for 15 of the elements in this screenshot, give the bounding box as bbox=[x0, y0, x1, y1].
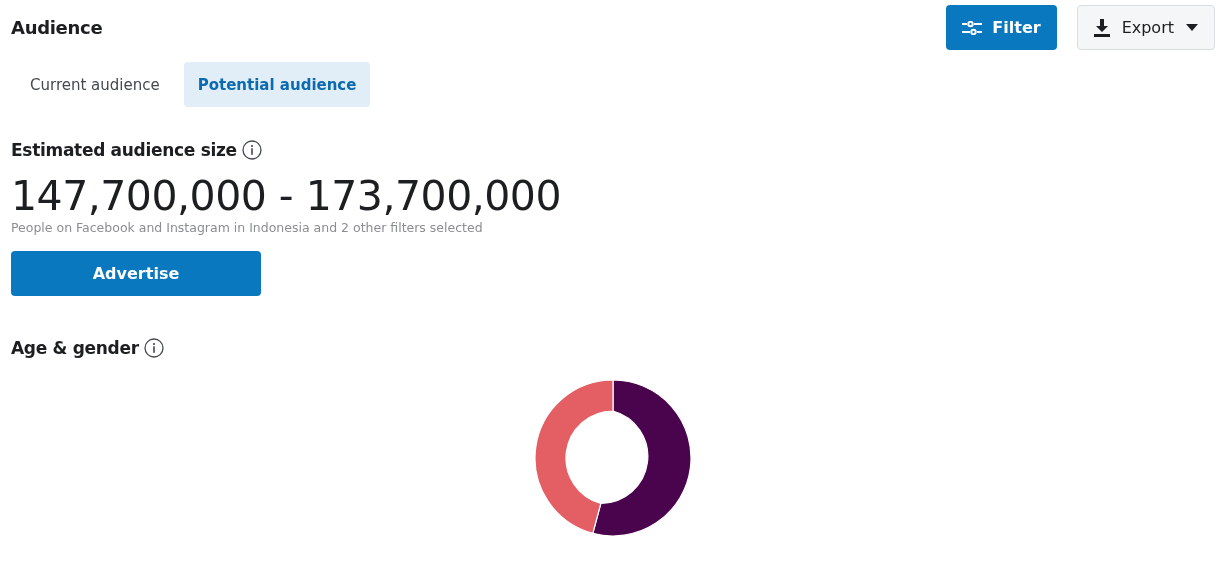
audience-tab[interactable]: Current audience bbox=[11, 62, 174, 107]
advertise-button[interactable]: Advertise bbox=[11, 251, 261, 297]
audience-size-range: 147,700,000 - 173,700,000 bbox=[11, 175, 563, 219]
sliders-icon bbox=[962, 20, 983, 35]
audience-tab[interactable]: Potential audience bbox=[183, 62, 371, 107]
info-icon bbox=[241, 140, 262, 160]
page-title: Audience bbox=[11, 17, 103, 38]
caret-icon bbox=[1186, 24, 1198, 31]
download-icon bbox=[1093, 18, 1110, 37]
export-button[interactable]: Export bbox=[1076, 5, 1215, 50]
audience-note: People on Facebook and Instagram in Indonesia and 2 other filters selected bbox=[11, 220, 484, 236]
filter-button[interactable]: Filter bbox=[946, 5, 1057, 50]
section-title: Age & gender bbox=[11, 338, 139, 359]
section-title: Estimated audience size bbox=[11, 140, 237, 160]
info-icon bbox=[143, 338, 164, 359]
